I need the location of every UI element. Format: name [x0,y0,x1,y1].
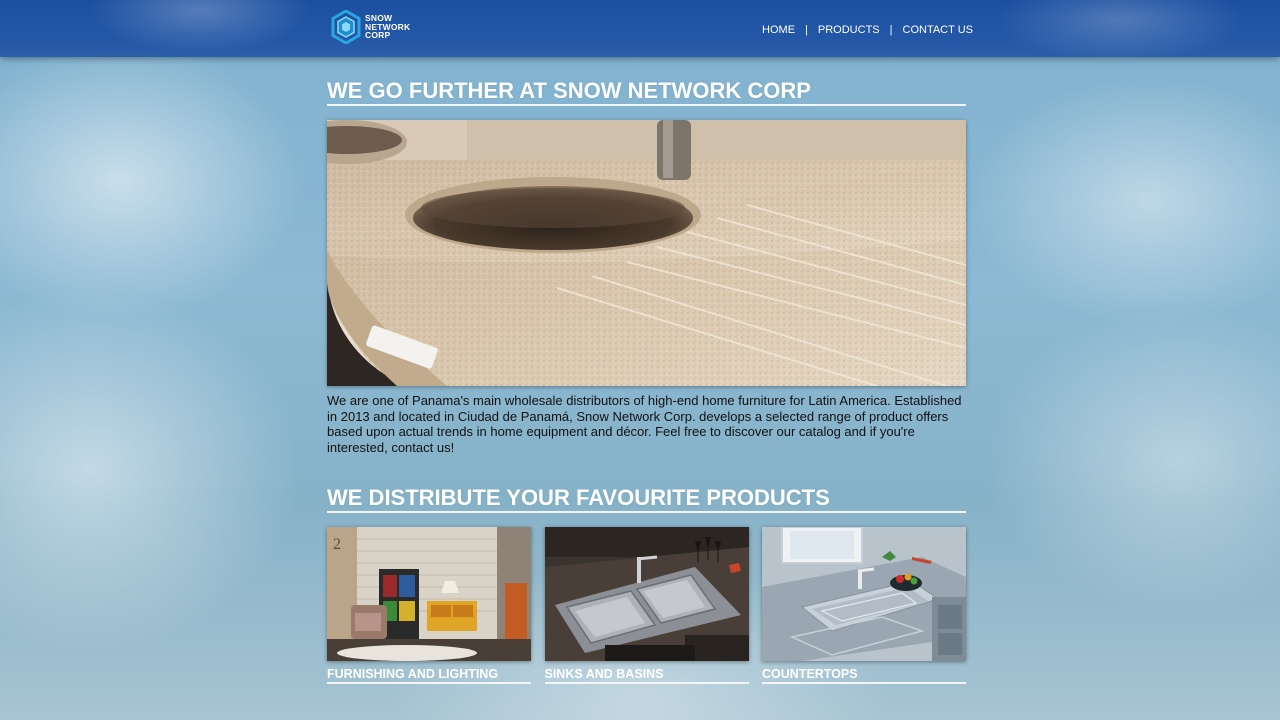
product-tile-countertops[interactable]: COUNTERTOPS [762,527,966,684]
products-heading: WE DISTRIBUTE YOUR FAVOURITE PRODUCTS [327,485,966,513]
header-bar: SNOW NETWORK CORP HOME | PRODUCTS | CONTACT … [0,0,1280,57]
nav-separator: | [805,24,808,36]
nav-home-link[interactable]: HOME [762,24,795,36]
product-tiles: 2 FURNISHING AND LIGHTING SINKS AND BASI… [327,527,966,684]
sinks-caption[interactable]: SINKS AND BASINS [544,667,749,684]
nav-contact-link[interactable]: CONTACT US [903,24,974,36]
page-title: WE GO FURTHER AT SNOW NETWORK CORP [327,78,966,106]
logo-wordmark: SNOW NETWORK CORP [365,14,410,40]
double-sink-photo [544,527,749,661]
main-nav: HOME | PRODUCTS | CONTACT US [762,24,973,36]
main-content: WE GO FURTHER AT SNOW NETWORK CORP We ar… [327,78,966,684]
company-logo[interactable]: SNOW NETWORK CORP [330,10,420,44]
furnishing-image[interactable]: 2 [327,527,531,661]
hero-image [327,120,966,386]
intro-paragraph: We are one of Panama's main wholesale di… [327,393,962,455]
countertop-photo [762,527,966,661]
logo-line-3: CORP [365,30,391,40]
product-tile-furnishing[interactable]: 2 FURNISHING AND LIGHTING [327,527,531,684]
sinks-image[interactable] [544,527,749,661]
furnished-room-photo: 2 [327,527,531,661]
countertops-caption[interactable]: COUNTERTOPS [762,667,966,684]
countertop-photo [327,120,966,386]
product-tile-sinks[interactable]: SINKS AND BASINS [544,527,749,684]
svg-text:2: 2 [333,536,341,553]
nav-products-link[interactable]: PRODUCTS [818,24,880,36]
nav-separator: | [889,24,893,36]
furnishing-caption[interactable]: FURNISHING AND LIGHTING [327,667,531,684]
countertops-image[interactable] [762,527,966,661]
snowflake-hex-icon [331,10,361,44]
